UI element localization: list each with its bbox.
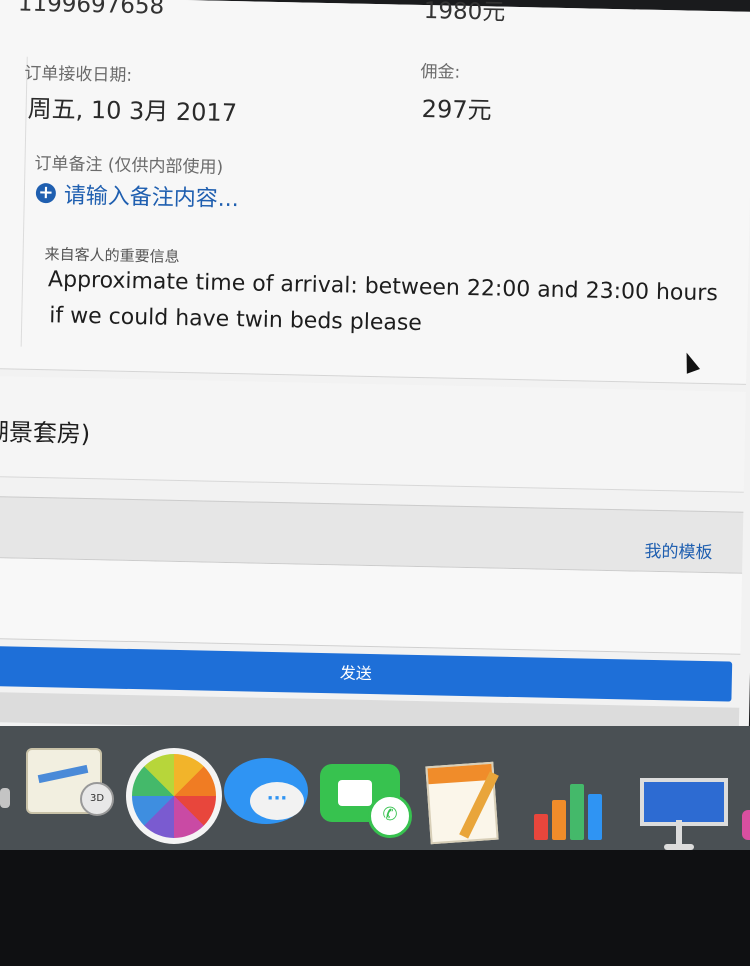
pages-header-band	[427, 763, 493, 785]
plus-circle-icon: +	[35, 182, 57, 204]
numbers-bar	[534, 814, 548, 840]
commission-label: 佣金:	[420, 61, 461, 83]
desk-surface	[0, 850, 750, 966]
maps-3d-badge: 3D	[80, 782, 114, 816]
speech-bubble-icon: ···	[250, 782, 304, 820]
video-camera-icon	[338, 780, 372, 806]
card-divider	[20, 56, 28, 347]
order-details-card: 1199697658 1980元 订单接收日期: 周五, 10 3月 2017 …	[0, 0, 750, 385]
my-templates-link[interactable]: 我的模板	[644, 537, 713, 563]
map-road-shape	[37, 764, 89, 784]
received-date-label: 订单接收日期:	[24, 63, 133, 86]
guest-message-line-1: Approximate time of arrival: between 22:…	[47, 267, 719, 307]
partial-dock-icon[interactable]	[742, 810, 750, 840]
internal-notes-label: 订单备注 (仅供内部使用)	[34, 153, 224, 178]
order-number-fragment: 1199697658	[17, 0, 165, 20]
price-fragment: 1980元	[423, 0, 506, 26]
message-input[interactable]	[0, 557, 743, 655]
numbers-bar	[570, 784, 584, 840]
guest-message-line-2: if we could have twin beds please	[49, 303, 423, 337]
laptop-screen: 1199697658 1980元 订单接收日期: 周五, 10 3月 2017 …	[0, 0, 750, 772]
phone-icon: ✆	[368, 794, 412, 838]
numbers-bar	[588, 794, 602, 840]
commission-value: 297元	[421, 94, 492, 125]
numbers-bar	[552, 800, 566, 840]
photos-icon[interactable]	[126, 748, 222, 844]
send-button[interactable]: 发送	[0, 645, 733, 702]
keynote-icon[interactable]	[640, 778, 728, 826]
received-date-value: 周五, 10 3月 2017	[27, 94, 238, 128]
room-name: 湖景套房)	[0, 417, 91, 449]
numbers-icon[interactable]	[530, 774, 616, 840]
keynote-base	[664, 844, 694, 850]
room-row: 湖景套房)	[0, 375, 746, 493]
add-note-link[interactable]: + 请输入备注内容...	[35, 177, 240, 213]
guest-info-label: 来自客人的重要信息	[44, 245, 180, 266]
add-note-text: 请输入备注内容...	[63, 183, 240, 213]
partial-dock-icon[interactable]	[0, 788, 10, 808]
